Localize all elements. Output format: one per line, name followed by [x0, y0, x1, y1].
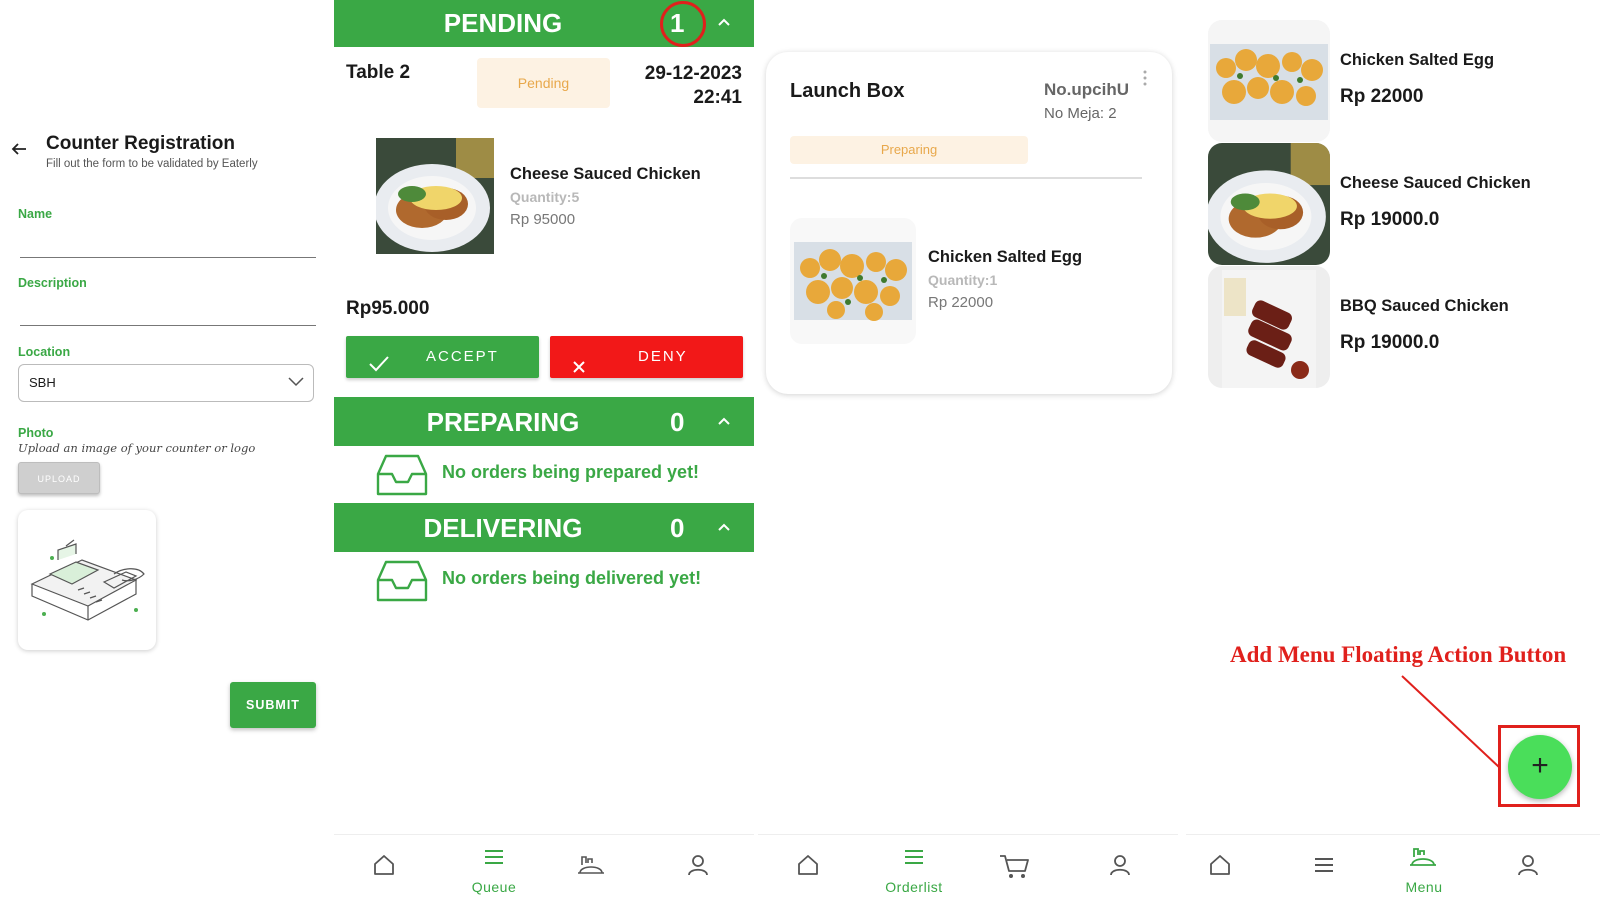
preparing-title: PREPARING: [426, 407, 580, 437]
preparing-section-header[interactable]: PREPARING 0: [334, 397, 754, 446]
upload-button[interactable]: UPLOAD: [18, 462, 100, 494]
pending-title: PENDING: [443, 8, 563, 38]
deny-label: DENY: [638, 348, 688, 365]
more-vert-icon[interactable]: [1142, 70, 1148, 91]
delivering-section-header[interactable]: DELIVERING 0: [334, 503, 754, 552]
order-item-quantity: Quantity:5: [510, 189, 580, 205]
order-number: No.upcihU: [1044, 80, 1129, 99]
chevron-up-icon[interactable]: [716, 519, 732, 535]
plus-icon: +: [1531, 749, 1549, 782]
chevron-down-icon: [287, 372, 305, 390]
add-menu-fab[interactable]: +: [1508, 735, 1572, 799]
nav-home[interactable]: [778, 835, 838, 901]
cash-register-illustration: [30, 539, 145, 621]
delivering-count: 0: [670, 513, 685, 543]
orderlist-bottom-nav: Orderlist: [758, 834, 1178, 900]
page-subtitle: Fill out the form to be validated by Eat…: [46, 158, 258, 170]
order-date: 29-12-2023: [644, 63, 742, 84]
list-icon: [485, 850, 503, 864]
photo-label: Photo: [18, 426, 54, 440]
location-value: SBH: [29, 375, 56, 390]
list-icon: [905, 850, 923, 864]
order-time: 22:41: [693, 87, 742, 108]
page-title: Counter Registration: [46, 133, 235, 154]
pending-count-annotation: [660, 1, 706, 47]
food-tray-icon: [1410, 848, 1436, 866]
user-icon: [688, 855, 708, 876]
nav-home[interactable]: [354, 835, 414, 901]
order-item-quantity: Quantity:1: [928, 272, 998, 288]
nav-menu[interactable]: [560, 835, 620, 901]
description-field[interactable]: [20, 325, 316, 326]
nav-profile[interactable]: [1498, 835, 1558, 901]
location-label: Location: [18, 345, 71, 359]
order-table: Table 2: [346, 62, 411, 83]
order-item-price: Rp 22000: [928, 294, 994, 311]
home-icon: [374, 855, 394, 875]
nav-queue[interactable]: Queue: [454, 835, 534, 901]
nav-profile[interactable]: [668, 835, 728, 901]
menu-bottom-nav: Menu: [1186, 834, 1600, 900]
accept-label: ACCEPT: [426, 348, 499, 365]
chevron-up-icon[interactable]: [716, 14, 732, 30]
divider: [790, 177, 1142, 179]
counter-registration-screen: Counter Registration Fill out the form t…: [0, 0, 320, 900]
photo-hint: Upload an image of your counter or logo: [18, 441, 256, 455]
status-badge: Preparing: [790, 136, 1028, 164]
table-number: No Meja: 2: [1044, 105, 1117, 122]
food-tray-icon: [578, 856, 604, 874]
list-icon: [1315, 858, 1333, 872]
order-datetime: 29-12-2023 22:41: [645, 62, 742, 110]
menu-screen: Chicken Salted Egg Rp 22000 Cheese Sauce…: [1196, 0, 1600, 900]
back-arrow-icon[interactable]: [10, 140, 28, 164]
location-select[interactable]: SBH: [18, 364, 314, 402]
nav-orderlist[interactable]: Orderlist: [864, 835, 964, 901]
queue-bottom-nav: Queue: [334, 834, 754, 900]
orderlist-screen: Launch Box No.upcihU No Meja: 2 Preparin…: [758, 0, 1178, 900]
order-item-name: Cheese Sauced Chicken: [510, 165, 701, 183]
delivering-title: DELIVERING: [423, 513, 583, 543]
order-item-name: Chicken Salted Egg: [928, 248, 1083, 266]
cart-icon: [1000, 855, 1029, 878]
chevron-up-icon[interactable]: [716, 413, 732, 429]
description-label: Description: [18, 276, 87, 290]
nav-queue-label: Queue: [471, 879, 517, 895]
order-item-price: Rp 95000: [510, 211, 576, 228]
close-icon: [572, 349, 586, 391]
counter-name: Launch Box: [790, 80, 905, 102]
submit-button[interactable]: SUBMIT: [230, 682, 316, 728]
status-badge: Pending: [477, 58, 610, 108]
cheese-chicken-image: [374, 138, 494, 254]
nav-menu-label: Menu: [1405, 879, 1443, 895]
nav-profile[interactable]: [1090, 835, 1150, 901]
name-field[interactable]: [20, 257, 316, 258]
home-icon: [798, 855, 818, 875]
delivering-empty-text: No orders being delivered yet!: [442, 568, 702, 588]
nav-menu[interactable]: Menu: [1388, 835, 1460, 901]
preparing-count: 0: [670, 407, 685, 437]
user-icon: [1518, 855, 1538, 876]
name-label: Name: [18, 207, 53, 221]
queue-screen: PENDING 1 Table 2 Pending 29-12-2023 22:…: [334, 0, 754, 900]
inbox-icon: [376, 454, 428, 501]
deny-button[interactable]: DENY: [550, 336, 743, 378]
check-icon: [368, 348, 390, 390]
nav-home[interactable]: [1190, 835, 1250, 901]
nav-cart[interactable]: [984, 835, 1044, 901]
home-icon: [1210, 855, 1230, 875]
salted-egg-chicken-image: [790, 218, 916, 344]
order-total: Rp95.000: [346, 298, 430, 319]
counter-image-preview[interactable]: [18, 510, 156, 650]
preparing-empty-text: No orders being prepared yet!: [442, 462, 700, 482]
nav-orderlist[interactable]: [1294, 835, 1354, 901]
accept-button[interactable]: ACCEPT: [346, 336, 539, 378]
inbox-icon: [376, 560, 428, 607]
nav-orderlist-label: Orderlist: [885, 879, 943, 895]
user-icon: [1110, 855, 1130, 876]
